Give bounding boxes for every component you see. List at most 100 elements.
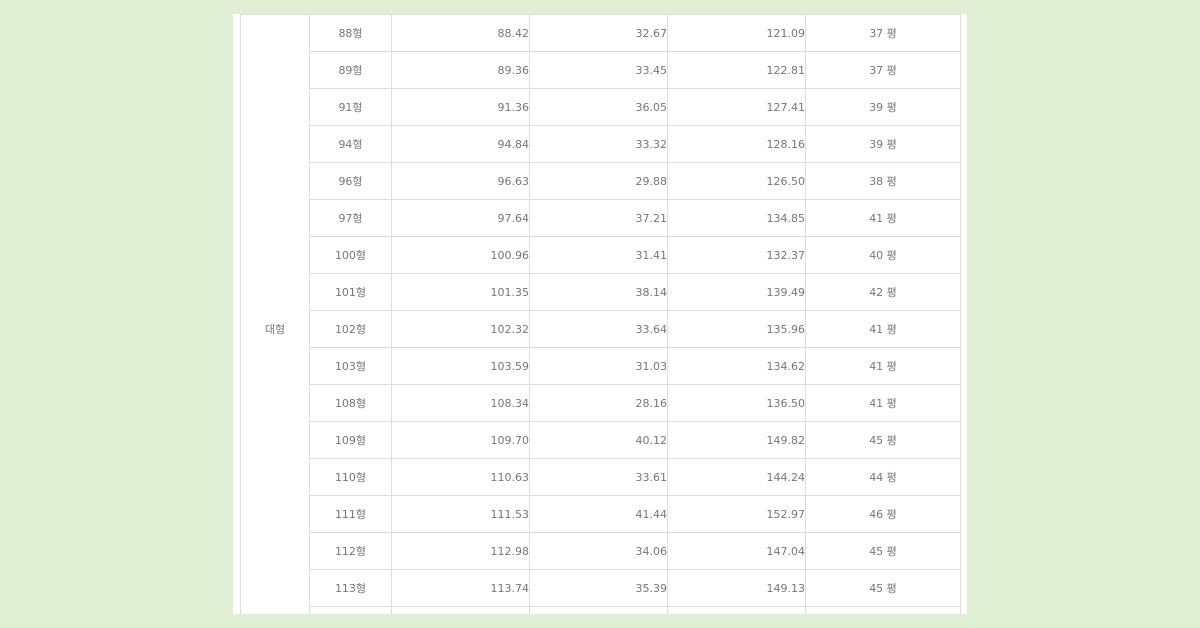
table-row: 100형 100.96 31.41 132.37 40 평: [241, 236, 961, 274]
type-cell: 97형: [309, 199, 392, 237]
shared-area-cell: 36.05: [529, 88, 668, 126]
type-cell: 112형: [309, 532, 392, 570]
exclusive-area-cell: 102.32: [391, 310, 530, 348]
table-row: 91형 91.36 36.05 127.41 39 평: [241, 88, 961, 126]
type-cell: 102형: [309, 310, 392, 348]
exclusive-area-cell: 91.36: [391, 88, 530, 126]
exclusive-area-cell: 109.70: [391, 421, 530, 459]
type-cell: 113형: [309, 569, 392, 607]
pyeong-cell: 37 평: [805, 14, 961, 52]
pyeong-cell: 46 평: [805, 495, 961, 533]
supply-area-cell: 147.04: [667, 532, 806, 570]
pyeong-cell: 38 평: [805, 162, 961, 200]
pyeong-cell: 45 평: [805, 569, 961, 607]
shared-area-cell: 37.21: [529, 199, 668, 237]
exclusive-area-cell: 97.64: [391, 199, 530, 237]
pyeong-cell: 45 평: [805, 421, 961, 459]
exclusive-area-cell: 89.36: [391, 51, 530, 89]
table-row: [241, 606, 961, 614]
supply-area-cell: 149.13: [667, 569, 806, 607]
shared-area-cell: [529, 606, 668, 614]
type-cell: 88형: [309, 14, 392, 52]
exclusive-area-cell: 110.63: [391, 458, 530, 496]
type-cell: 96형: [309, 162, 392, 200]
exclusive-area-cell: 113.74: [391, 569, 530, 607]
supply-area-cell: 144.24: [667, 458, 806, 496]
shared-area-cell: 31.41: [529, 236, 668, 274]
pyeong-cell: 44 평: [805, 458, 961, 496]
table-row: 113형 113.74 35.39 149.13 45 평: [241, 569, 961, 607]
type-cell: 101형: [309, 273, 392, 311]
type-cell: [309, 606, 392, 614]
exclusive-area-cell: 112.98: [391, 532, 530, 570]
content-panel: 대형 88형 88.42 32.67 121.09 37 평 89형 89.36 3…: [233, 14, 967, 614]
table-row: 96형 96.63 29.88 126.50 38 평: [241, 162, 961, 200]
supply-area-cell: 134.62: [667, 347, 806, 385]
pyeong-cell: 39 평: [805, 88, 961, 126]
supply-area-cell: [667, 606, 806, 614]
shared-area-cell: 31.03: [529, 347, 668, 385]
supply-area-cell: 136.50: [667, 384, 806, 422]
shared-area-cell: 29.88: [529, 162, 668, 200]
shared-area-cell: 35.39: [529, 569, 668, 607]
unit-area-table: 대형 88형 88.42 32.67 121.09 37 평 89형 89.36 3…: [240, 14, 961, 614]
table-row: 97형 97.64 37.21 134.85 41 평: [241, 199, 961, 237]
shared-area-cell: 33.45: [529, 51, 668, 89]
type-cell: 109형: [309, 421, 392, 459]
shared-area-cell: 32.67: [529, 14, 668, 52]
exclusive-area-cell: [391, 606, 530, 614]
supply-area-cell: 127.41: [667, 88, 806, 126]
supply-area-cell: 126.50: [667, 162, 806, 200]
table-row: 111형 111.53 41.44 152.97 46 평: [241, 495, 961, 533]
supply-area-cell: 122.81: [667, 51, 806, 89]
table-row: 109형 109.70 40.12 149.82 45 평: [241, 421, 961, 459]
table-row: 대형 88형 88.42 32.67 121.09 37 평: [240, 14, 961, 614]
table-body: 대형 88형 88.42 32.67 121.09 37 평 89형 89.36 3…: [240, 14, 961, 614]
table-row: 110형 110.63 33.61 144.24 44 평: [241, 458, 961, 496]
exclusive-area-cell: 103.59: [391, 347, 530, 385]
exclusive-area-cell: 111.53: [391, 495, 530, 533]
shared-area-cell: 33.32: [529, 125, 668, 163]
pyeong-cell: 37 평: [805, 51, 961, 89]
supply-area-cell: 149.82: [667, 421, 806, 459]
table-row: 112형 112.98 34.06 147.04 45 평: [241, 532, 961, 570]
supply-area-cell: 132.37: [667, 236, 806, 274]
table-row: 94형 94.84 33.32 128.16 39 평: [241, 125, 961, 163]
type-cell: 94형: [309, 125, 392, 163]
supply-area-cell: 135.96: [667, 310, 806, 348]
pyeong-cell: 45 평: [805, 532, 961, 570]
type-cell: 103형: [309, 347, 392, 385]
pyeong-cell: 40 평: [805, 236, 961, 274]
type-cell: 111형: [309, 495, 392, 533]
type-cell: 110형: [309, 458, 392, 496]
supply-area-cell: 128.16: [667, 125, 806, 163]
table-row: 108형 108.34 28.16 136.50 41 평: [241, 384, 961, 422]
exclusive-area-cell: 100.96: [391, 236, 530, 274]
table-row: 103형 103.59 31.03 134.62 41 평: [241, 347, 961, 385]
table-row: 102형 102.32 33.64 135.96 41 평: [241, 310, 961, 348]
pyeong-cell: 41 평: [805, 384, 961, 422]
type-cell: 100형: [309, 236, 392, 274]
category-cell: 대형: [240, 14, 310, 614]
pyeong-cell: 39 평: [805, 125, 961, 163]
type-cell: 89형: [309, 51, 392, 89]
exclusive-area-cell: 101.35: [391, 273, 530, 311]
exclusive-area-cell: 94.84: [391, 125, 530, 163]
supply-area-cell: 121.09: [667, 14, 806, 52]
table-row: 101형 101.35 38.14 139.49 42 평: [241, 273, 961, 311]
pyeong-cell: 41 평: [805, 310, 961, 348]
supply-area-cell: 152.97: [667, 495, 806, 533]
supply-area-cell: 134.85: [667, 199, 806, 237]
supply-area-cell: 139.49: [667, 273, 806, 311]
shared-area-cell: 40.12: [529, 421, 668, 459]
pyeong-cell: [805, 606, 961, 614]
exclusive-area-cell: 88.42: [391, 14, 530, 52]
table-row: 89형 89.36 33.45 122.81 37 평: [241, 51, 961, 89]
exclusive-area-cell: 108.34: [391, 384, 530, 422]
type-cell: 108형: [309, 384, 392, 422]
type-cell: 91형: [309, 88, 392, 126]
exclusive-area-cell: 96.63: [391, 162, 530, 200]
shared-area-cell: 33.61: [529, 458, 668, 496]
pyeong-cell: 42 평: [805, 273, 961, 311]
shared-area-cell: 34.06: [529, 532, 668, 570]
